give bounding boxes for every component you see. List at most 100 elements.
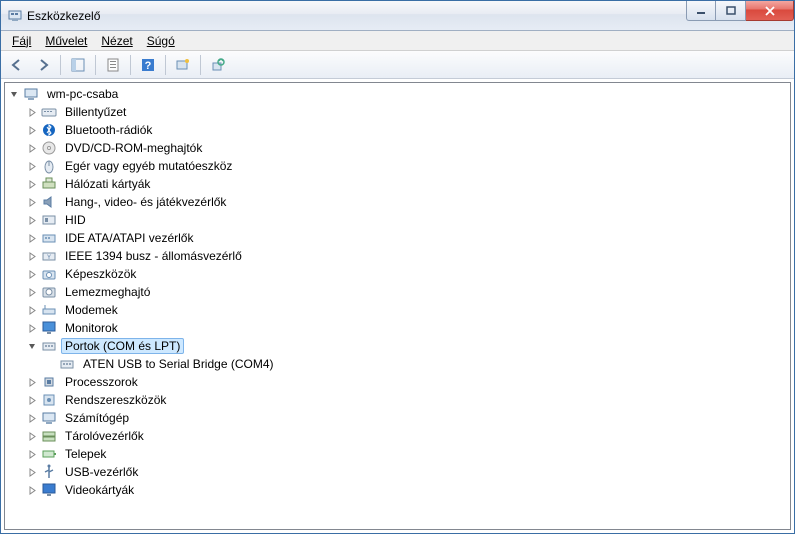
tree-node[interactable]: Tárolóvezérlők [5, 427, 790, 445]
menu-file[interactable]: Fájl [5, 32, 38, 50]
menu-view[interactable]: Nézet [94, 32, 139, 50]
tree-root-label: wm-pc-csaba [43, 86, 122, 102]
modem-icon [41, 302, 57, 318]
expand-icon[interactable] [27, 485, 38, 496]
forward-button[interactable] [31, 53, 55, 77]
tree-node-label: Bluetooth-rádiók [61, 122, 156, 138]
tree-view[interactable]: wm-pc-csaba Billentyűzet Bluetooth-rádiók D… [4, 82, 791, 530]
tree-node[interactable]: Képeszközök [5, 265, 790, 283]
tree-node-label: Billentyűzet [61, 104, 130, 120]
tree-node[interactable]: Billentyűzet [5, 103, 790, 121]
expand-icon[interactable] [27, 233, 38, 244]
expand-icon[interactable] [27, 395, 38, 406]
separator [95, 55, 96, 75]
properties-button[interactable] [101, 53, 125, 77]
tree-leaf-label: ATEN USB to Serial Bridge (COM4) [79, 356, 278, 372]
network-icon [41, 176, 57, 192]
monitor-icon [41, 320, 57, 336]
port-icon [59, 356, 75, 372]
tree-node[interactable]: Bluetooth-rádiók [5, 121, 790, 139]
toolbar: ? [1, 51, 794, 79]
tree-node[interactable]: DVD/CD-ROM-meghajtók [5, 139, 790, 157]
maximize-button[interactable] [716, 1, 746, 21]
update-driver-button[interactable] [206, 53, 230, 77]
tree-node-label: Modemek [61, 302, 122, 318]
expand-icon[interactable] [27, 197, 38, 208]
system-icon [41, 392, 57, 408]
svg-text:?: ? [145, 60, 152, 72]
tree-node-label: Videokártyák [61, 482, 138, 498]
menu-action[interactable]: Művelet [38, 32, 94, 50]
sound-icon [41, 194, 57, 210]
tree-node[interactable]: YIEEE 1394 busz - állomásvezérlő [5, 247, 790, 265]
expand-icon[interactable] [27, 431, 38, 442]
tree-node[interactable]: Videokártyák [5, 481, 790, 499]
hid-icon [41, 212, 57, 228]
expand-icon[interactable] [27, 377, 38, 388]
minimize-button[interactable] [686, 1, 716, 21]
back-button[interactable] [5, 53, 29, 77]
expand-icon[interactable] [27, 287, 38, 298]
storage-icon [41, 428, 57, 444]
tree-node[interactable]: Processzorok [5, 373, 790, 391]
expand-icon[interactable] [27, 161, 38, 172]
window-controls [686, 1, 794, 30]
tree-node-label: Képeszközök [61, 266, 140, 282]
expand-icon[interactable] [27, 449, 38, 460]
tree-node[interactable]: USB-vezérlők [5, 463, 790, 481]
expand-icon[interactable] [27, 179, 38, 190]
cpu-icon [41, 374, 57, 390]
port-icon [41, 338, 57, 354]
bluetooth-icon [41, 122, 57, 138]
tree-node[interactable]: Telepek [5, 445, 790, 463]
tree-node[interactable]: Lemezmeghajtó [5, 283, 790, 301]
show-hide-tree-button[interactable] [66, 53, 90, 77]
svg-text:Y: Y [47, 255, 51, 261]
help-button[interactable]: ? [136, 53, 160, 77]
separator [165, 55, 166, 75]
expand-icon[interactable] [27, 107, 38, 118]
expand-icon[interactable] [27, 251, 38, 262]
expand-icon[interactable] [27, 269, 38, 280]
tree-node[interactable]: Hálózati kártyák [5, 175, 790, 193]
tree-node[interactable]: Modemek [5, 301, 790, 319]
tree-root[interactable]: wm-pc-csaba [5, 85, 790, 103]
expand-icon[interactable] [27, 215, 38, 226]
camera-icon [41, 266, 57, 282]
tree-node-label: DVD/CD-ROM-meghajtók [61, 140, 206, 156]
titlebar[interactable]: Eszközkezelő [1, 1, 794, 31]
tree-node-label: Lemezmeghajtó [61, 284, 154, 300]
tree-node[interactable]: IDE ATA/ATAPI vezérlők [5, 229, 790, 247]
expand-icon[interactable] [27, 125, 38, 136]
keyboard-icon [41, 104, 57, 120]
close-button[interactable] [746, 1, 794, 21]
disc-icon [41, 140, 57, 156]
tree-node[interactable]: Portok (COM és LPT) [5, 337, 790, 355]
tree-node-label: Egér vagy egyéb mutatóeszköz [61, 158, 236, 174]
computer-icon [23, 86, 39, 102]
expand-icon[interactable] [27, 323, 38, 334]
tree-node[interactable]: Rendszereszközök [5, 391, 790, 409]
scan-hardware-button[interactable] [171, 53, 195, 77]
expand-icon[interactable] [27, 143, 38, 154]
tree-node-label: Hang-, video- és játékvezérlők [61, 194, 230, 210]
expand-icon[interactable] [27, 467, 38, 478]
expand-icon[interactable] [27, 413, 38, 424]
tree-node[interactable]: HID [5, 211, 790, 229]
tree-node-label: Telepek [61, 446, 110, 462]
tree-node[interactable]: Számítógép [5, 409, 790, 427]
content-wrap: wm-pc-csaba Billentyűzet Bluetooth-rádiók D… [1, 79, 794, 533]
collapse-icon[interactable] [9, 89, 20, 100]
tree-leaf[interactable]: ATEN USB to Serial Bridge (COM4) [5, 355, 790, 373]
battery-icon [41, 446, 57, 462]
menu-help[interactable]: Súgó [140, 32, 182, 50]
tree-node[interactable]: Monitorok [5, 319, 790, 337]
tree-node[interactable]: Hang-, video- és játékvezérlők [5, 193, 790, 211]
expand-icon[interactable] [27, 305, 38, 316]
separator [200, 55, 201, 75]
tree-node-label: IDE ATA/ATAPI vezérlők [61, 230, 197, 246]
separator [130, 55, 131, 75]
usb-icon [41, 464, 57, 480]
tree-node[interactable]: Egér vagy egyéb mutatóeszköz [5, 157, 790, 175]
collapse-icon[interactable] [27, 341, 38, 352]
